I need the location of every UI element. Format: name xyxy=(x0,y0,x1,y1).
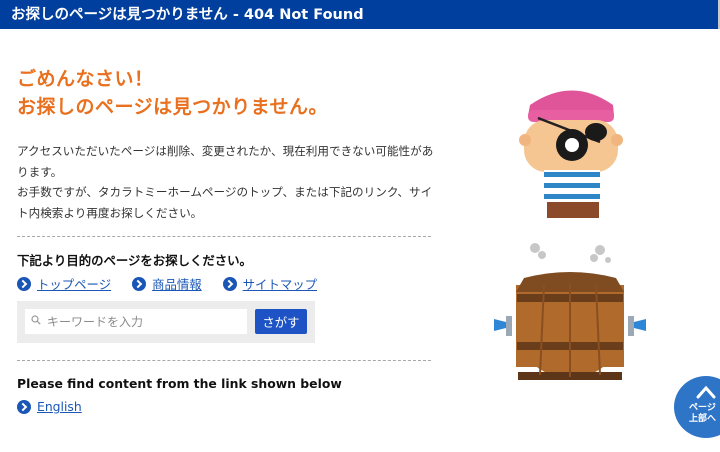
description: アクセスいただいたページは削除、変更されたか、現在利用できない可能性があります。… xyxy=(17,141,437,223)
divider xyxy=(17,360,431,361)
search-icon xyxy=(31,315,41,325)
smoke-puffs xyxy=(530,243,611,263)
en-section-title: Please find content from the link shown … xyxy=(17,376,342,391)
pirate-barrel-illustration xyxy=(494,90,646,380)
chevron-right-icon xyxy=(17,399,31,414)
search-field xyxy=(25,309,247,334)
english-link[interactable]: English xyxy=(17,399,82,414)
barrel xyxy=(494,272,646,380)
divider xyxy=(17,236,431,237)
link-row: トップページ 商品情報 サイトマップ xyxy=(17,275,338,293)
page-top-button[interactable]: ページ 上部へ xyxy=(674,376,720,438)
product-info-link-label[interactable]: 商品情報 xyxy=(152,275,202,293)
chevron-right-icon xyxy=(17,277,31,291)
description-paragraph-1: アクセスいただいたページは削除、変更されたか、現在利用できない可能性があります。 xyxy=(17,144,434,179)
sitemap-link-label[interactable]: サイトマップ xyxy=(243,275,317,293)
page-top-label-line2: 上部へ xyxy=(689,414,717,424)
page-heading: お探しのページは見つかりません - 404 Not Found xyxy=(11,7,364,23)
chevron-right-icon xyxy=(132,277,147,291)
english-link-label[interactable]: English xyxy=(37,399,82,414)
search-input[interactable] xyxy=(25,309,247,334)
site-search: さがす xyxy=(17,301,315,343)
title-bar: お探しのページは見つかりません - 404 Not Found xyxy=(0,0,720,29)
not-found-heading: お探しのページは見つかりません。 xyxy=(17,96,329,118)
chevron-up-icon xyxy=(696,385,716,399)
top-page-link[interactable]: トップページ xyxy=(17,275,111,293)
search-button[interactable]: さがす xyxy=(255,309,307,334)
pirate-figure xyxy=(519,90,623,218)
product-info-link[interactable]: 商品情報 xyxy=(132,275,202,293)
page-top-label-line1: ページ xyxy=(689,403,716,413)
page-top-label: ページ 上部へ xyxy=(689,403,716,425)
sitemap-link[interactable]: サイトマップ xyxy=(222,275,317,293)
top-page-link-label[interactable]: トップページ xyxy=(37,275,111,293)
apology-heading: ごめんなさい！ xyxy=(17,68,154,90)
chevron-right-icon xyxy=(222,277,237,291)
jp-section-title: 下記より目的のページをお探しください。 xyxy=(17,253,252,268)
description-paragraph-2: お手数ですが、タカラトミーホームページのトップ、または下記のリンク、サイト内検索… xyxy=(17,185,433,220)
